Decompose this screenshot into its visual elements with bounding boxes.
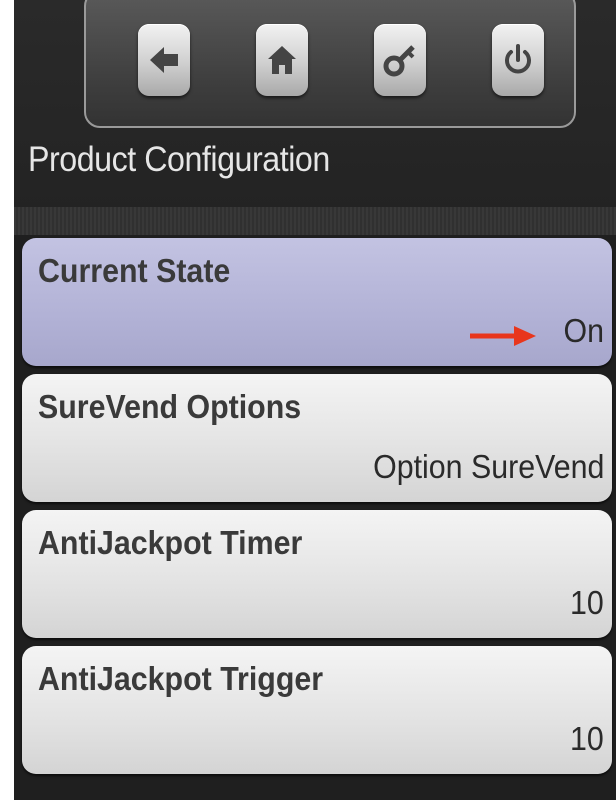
back-button[interactable] — [138, 24, 190, 96]
list-item-label: SureVend Options — [38, 388, 302, 425]
red-arrow-icon — [470, 326, 536, 346]
home-icon — [268, 46, 296, 74]
back-arrow-icon — [150, 47, 178, 73]
list-item-antijackpot-timer[interactable]: AntiJackpot Timer 10 — [22, 510, 612, 638]
list-item-label: AntiJackpot Timer — [38, 524, 303, 561]
list-item-value: On — [563, 312, 604, 349]
list-item-current-state[interactable]: Current State On — [22, 238, 612, 366]
list-item-surevend-options[interactable]: SureVend Options Option SureVend — [22, 374, 612, 502]
list-item-value: 10 — [570, 584, 604, 621]
key-button[interactable] — [374, 24, 426, 96]
list-item-value: Option SureVend — [372, 448, 604, 485]
list-item-value: 10 — [570, 720, 604, 757]
divider — [14, 207, 616, 235]
list-item-label: AntiJackpot Trigger — [38, 660, 324, 697]
list-item-antijackpot-trigger[interactable]: AntiJackpot Trigger 10 — [22, 646, 612, 774]
power-icon — [505, 44, 531, 74]
power-button[interactable] — [492, 24, 544, 96]
key-icon — [383, 45, 415, 77]
device-screen: Product Configuration Current State On S… — [14, 0, 616, 800]
toolbar — [84, 0, 576, 128]
list-item-label: Current State — [38, 252, 231, 289]
header: Product Configuration — [14, 0, 616, 210]
page-title: Product Configuration — [28, 140, 330, 179]
home-button[interactable] — [256, 24, 308, 96]
